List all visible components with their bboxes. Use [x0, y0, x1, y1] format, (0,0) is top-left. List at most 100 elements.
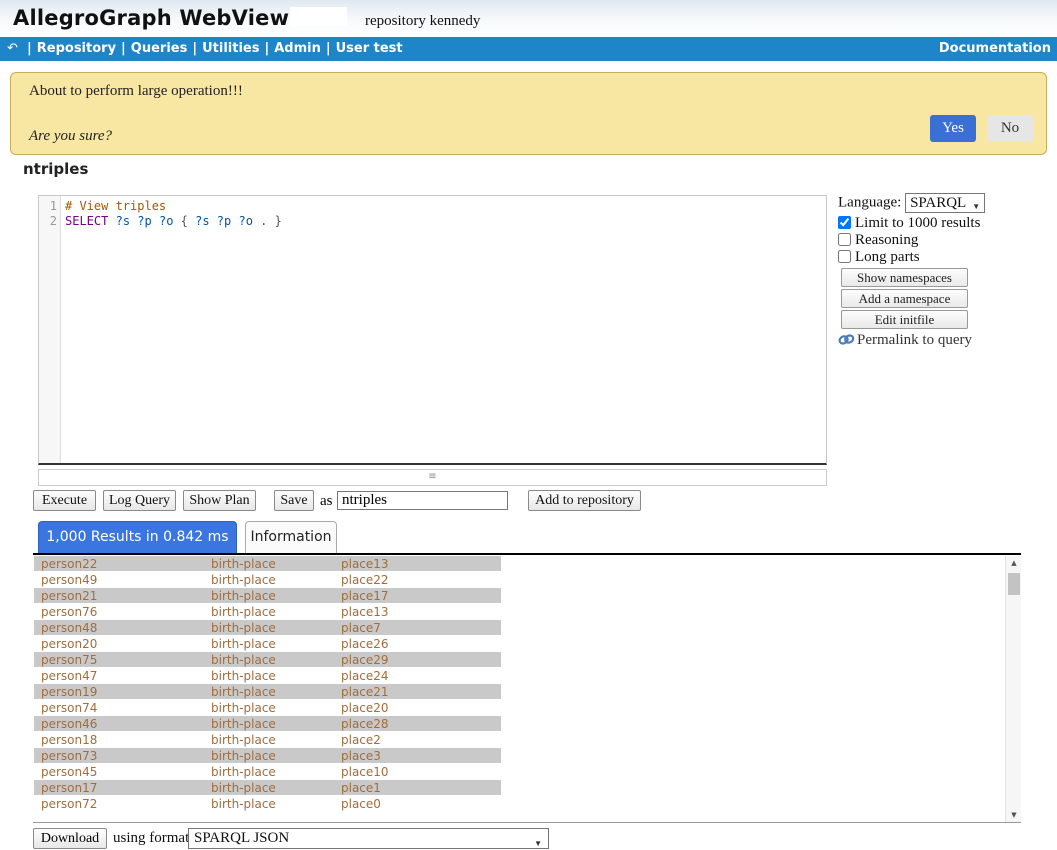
result-row[interactable]: person19birth-placeplace21 — [34, 684, 501, 700]
results-tabs: 1,000 Results in 0.842 ms Information — [0, 521, 1057, 553]
log-query-button[interactable]: Log Query — [103, 490, 176, 511]
warning-message: About to perform large operation!!! — [29, 83, 243, 100]
code-line: 2SELECT ?s ?p ?o { ?s ?p ?o . } — [39, 214, 826, 229]
result-row[interactable]: person21birth-placeplace17 — [34, 588, 501, 604]
token-plain: { — [173, 214, 195, 228]
token-variable: ?o — [238, 214, 252, 228]
editor-resize-handle[interactable]: ≡ — [38, 469, 827, 486]
result-cell-predicate: birth-place — [211, 588, 276, 604]
query-editor[interactable]: 1# View triples2SELECT ?s ?p ?o { ?s ?p … — [38, 195, 827, 465]
scrollbar-up-icon[interactable]: ▲ — [1006, 556, 1021, 571]
results-scrollbar[interactable]: ▲ ▼ — [1005, 556, 1021, 823]
token-variable: ?p — [137, 214, 151, 228]
result-cell-subject: person47 — [41, 668, 97, 684]
token-variable: ?p — [217, 214, 231, 228]
option-buttons: Show namespaces Add a namespace Edit initf… — [838, 268, 1003, 329]
show-plan-button[interactable]: Show Plan — [183, 490, 256, 511]
add-a-namespace-button[interactable]: Add a namespace — [841, 289, 968, 308]
query-options-panel: Language: SPARQL ▼ Limit to 1000 results… — [838, 193, 1003, 349]
checkbox-label: Reasoning — [855, 232, 918, 248]
result-cell-object: place17 — [341, 588, 389, 604]
language-value: SPARQL — [910, 195, 966, 211]
result-cell-subject: person48 — [41, 620, 97, 636]
token-plain — [152, 214, 159, 228]
result-cell-subject: person19 — [41, 684, 97, 700]
result-cell-object: place22 — [341, 572, 389, 588]
result-row[interactable]: person75birth-placeplace29 — [34, 652, 501, 668]
language-row: Language: SPARQL ▼ — [838, 193, 1003, 213]
option-row-reasoning: Reasoning — [838, 232, 1003, 249]
result-cell-predicate: birth-place — [211, 684, 276, 700]
nav-separator: | — [192, 41, 197, 56]
result-row[interactable]: person46birth-placeplace28 — [34, 716, 501, 732]
result-row[interactable]: person74birth-placeplace20 — [34, 700, 501, 716]
result-cell-object: place28 — [341, 716, 389, 732]
nav-documentation-link[interactable]: Documentation — [939, 37, 1051, 61]
result-row[interactable]: person72birth-placeplace0 — [34, 796, 501, 812]
result-cell-subject: person18 — [41, 732, 97, 748]
tab-results[interactable]: 1,000 Results in 0.842 ms — [38, 521, 237, 553]
permalink-to-query-link[interactable]: Permalink to query — [838, 332, 1003, 349]
result-row[interactable]: person45birth-placeplace10 — [34, 764, 501, 780]
result-cell-object: place10 — [341, 764, 389, 780]
nav-item-queries[interactable]: Queries — [131, 41, 188, 56]
token-plain — [108, 214, 115, 228]
nav-item-user-test[interactable]: User test — [336, 41, 403, 56]
checkbox-label: Long parts — [855, 249, 920, 265]
result-row[interactable]: person17birth-placeplace1 — [34, 780, 501, 796]
scrollbar-thumb[interactable] — [1008, 573, 1020, 595]
result-cell-predicate: birth-place — [211, 620, 276, 636]
option-row-long-parts: Long parts — [838, 249, 1003, 266]
download-button[interactable]: Download — [33, 828, 107, 849]
result-cell-subject: person22 — [41, 556, 97, 572]
token-variable: ?o — [159, 214, 173, 228]
result-cell-predicate: birth-place — [211, 636, 276, 652]
format-select[interactable]: SPARQL JSON ▼ — [188, 828, 549, 849]
limit-to-1000-results-checkbox[interactable] — [838, 216, 851, 229]
add-to-repository-button[interactable]: Add to repository — [528, 490, 641, 511]
save-button[interactable]: Save — [274, 490, 314, 511]
result-cell-object: place24 — [341, 668, 389, 684]
result-cell-predicate: birth-place — [211, 796, 276, 812]
result-cell-subject: person73 — [41, 748, 97, 764]
nav-item-admin[interactable]: Admin — [274, 41, 321, 56]
result-row[interactable]: person47birth-placeplace24 — [34, 668, 501, 684]
result-cell-object: place26 — [341, 636, 389, 652]
save-name-input[interactable] — [337, 491, 508, 510]
result-row[interactable]: person49birth-placeplace22 — [34, 572, 501, 588]
result-row[interactable]: person18birth-placeplace2 — [34, 732, 501, 748]
result-row[interactable]: person20birth-placeplace26 — [34, 636, 501, 652]
editor-code[interactable]: 1# View triples2SELECT ?s ?p ?o { ?s ?p … — [39, 199, 826, 229]
language-select[interactable]: SPARQL ▼ — [905, 193, 985, 213]
token-plain — [210, 214, 217, 228]
back-arrow-icon[interactable]: ↶ — [7, 37, 18, 61]
result-row[interactable]: person48birth-placeplace7 — [34, 620, 501, 636]
reasoning-checkbox[interactable] — [838, 233, 851, 246]
line-number: 2 — [39, 214, 61, 229]
edit-initfile-button[interactable]: Edit initfile — [841, 310, 968, 329]
chevron-down-icon: ▼ — [972, 198, 980, 216]
result-cell-object: place13 — [341, 556, 389, 572]
result-cell-predicate: birth-place — [211, 572, 276, 588]
query-title: ntriples — [23, 160, 88, 178]
nav-item-utilities[interactable]: Utilities — [202, 41, 259, 56]
scrollbar-down-icon[interactable]: ▼ — [1006, 808, 1021, 823]
tab-information[interactable]: Information — [245, 521, 337, 553]
results-table: person22birth-placeplace13person49birth-… — [33, 556, 1021, 823]
long-parts-checkbox[interactable] — [838, 250, 851, 263]
save-as-label: as — [320, 493, 333, 510]
result-cell-predicate: birth-place — [211, 652, 276, 668]
result-row[interactable]: person22birth-placeplace13 — [34, 556, 501, 572]
execute-button[interactable]: Execute — [33, 490, 96, 511]
nav-item-repository[interactable]: Repository — [37, 41, 116, 56]
token-variable: ?s — [116, 214, 130, 228]
result-cell-predicate: birth-place — [211, 748, 276, 764]
code-text: SELECT ?s ?p ?o { ?s ?p ?o . } — [61, 214, 282, 229]
no-button[interactable]: No — [987, 115, 1033, 142]
yes-button[interactable]: Yes — [930, 115, 976, 142]
result-row[interactable]: person73birth-placeplace3 — [34, 748, 501, 764]
result-row[interactable]: person76birth-placeplace13 — [34, 604, 501, 620]
show-namespaces-button[interactable]: Show namespaces — [841, 268, 968, 287]
result-cell-object: place29 — [341, 652, 389, 668]
nav-separator: | — [121, 41, 126, 56]
